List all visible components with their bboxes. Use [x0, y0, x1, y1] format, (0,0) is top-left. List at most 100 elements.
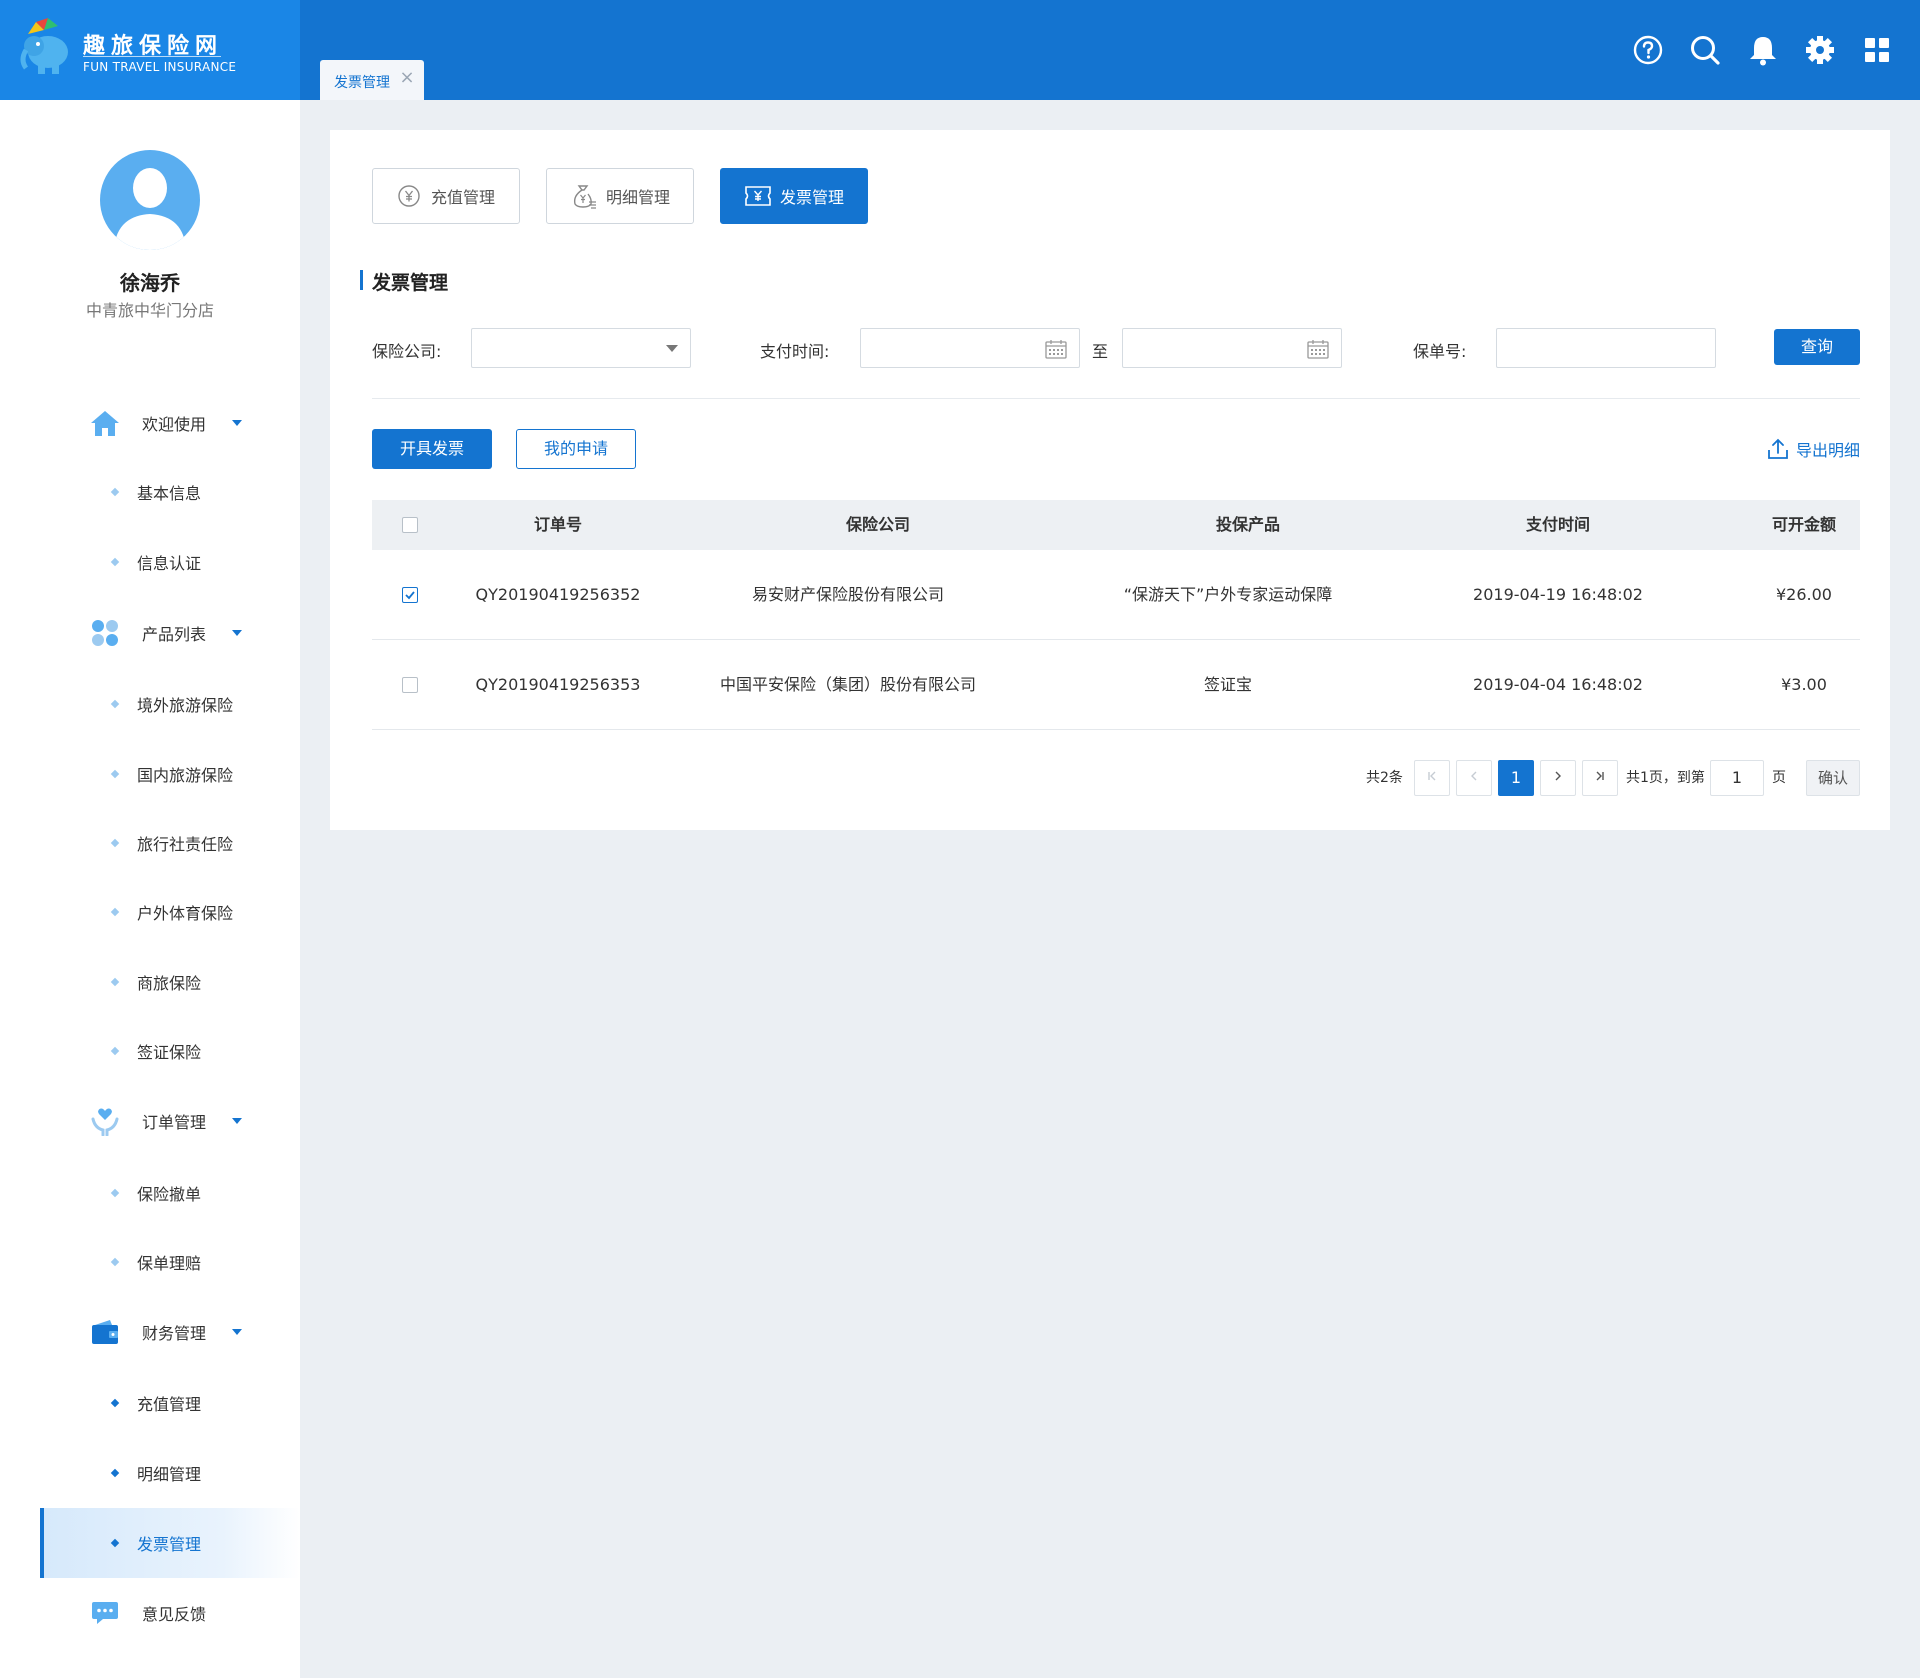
heart-hand-icon: [88, 1104, 122, 1138]
sidebar-item-label: 境外旅游保险: [137, 696, 234, 715]
company-label: 保险公司:: [372, 342, 442, 361]
bullet-icon: [110, 907, 120, 917]
sidebar-item-label: 保险撤单: [137, 1185, 202, 1204]
yen-coin-icon: [398, 185, 420, 207]
sidebar-group-finance[interactable]: 财务管理: [88, 1312, 242, 1352]
cell-company: 易安财产保险股份有限公司: [751, 585, 944, 604]
chevron-left-icon: [1471, 771, 1477, 781]
goto-page-input[interactable]: 1: [1710, 760, 1764, 796]
sidebar-item-domestic[interactable]: 国内旅游保险: [40, 739, 300, 809]
sidebar-item-overseas[interactable]: 境外旅游保险: [40, 669, 300, 739]
sidebar-item-basic-info[interactable]: 基本信息: [40, 457, 300, 527]
cell-company: 中国平安保险（集团）股份有限公司: [719, 675, 976, 694]
pagination-pages-text: 共1页，到第: [1626, 770, 1705, 786]
ticket-icon: [745, 186, 771, 206]
column-header: 可开金额: [1771, 515, 1836, 534]
table-row[interactable]: QY20190419256352 易安财产保险股份有限公司 “保游天下”户外专家…: [372, 550, 1860, 640]
query-button[interactable]: 查询: [1774, 329, 1860, 365]
upload-icon: [1768, 438, 1788, 459]
sidebar-item-invoice[interactable]: 发票管理: [40, 1508, 300, 1578]
gear-icon[interactable]: [1800, 30, 1840, 70]
bullet-icon: [110, 1257, 120, 1267]
tab-label: 充值管理: [430, 188, 495, 207]
goto-confirm-button[interactable]: 确认: [1806, 760, 1860, 796]
logo[interactable]: 趣旅保险网 FUN TRAVEL INSURANCE: [0, 0, 300, 100]
cell-order-no: QY20190419256353: [475, 675, 641, 694]
calendar-icon[interactable]: [1307, 339, 1329, 359]
export-label: 导出明细: [1796, 441, 1861, 460]
help-icon[interactable]: [1628, 30, 1668, 70]
calendar-icon[interactable]: [1045, 339, 1067, 359]
money-bag-icon: [573, 185, 596, 209]
company-select[interactable]: [471, 328, 691, 368]
prev-page-button[interactable]: [1456, 760, 1492, 796]
select-all-checkbox[interactable]: [402, 517, 418, 533]
row-checkbox[interactable]: [402, 587, 418, 603]
sidebar-item-label: 明细管理: [137, 1465, 202, 1484]
sidebar-item-label: 签证保险: [137, 1043, 202, 1062]
grid-icon[interactable]: [1857, 30, 1897, 70]
issue-invoice-button[interactable]: 开具发票: [372, 429, 492, 469]
bullet-icon: [110, 699, 120, 709]
sidebar-item-verification[interactable]: 信息认证: [40, 527, 300, 597]
column-header: 保险公司: [845, 515, 910, 534]
chevron-down-icon: [232, 1329, 242, 1335]
table-row[interactable]: QY20190419256353 中国平安保险（集团）股份有限公司 签证宝 20…: [372, 640, 1860, 730]
my-applications-button[interactable]: 我的申请: [516, 429, 636, 469]
page-unit: 页: [1772, 770, 1786, 786]
avatar[interactable]: [100, 150, 200, 250]
sidebar-item-outdoor-sports[interactable]: 户外体育保险: [40, 877, 300, 947]
page-number-button[interactable]: 1: [1498, 760, 1534, 796]
cell-amount: ¥3.00: [1781, 675, 1827, 694]
sidebar-item-claims[interactable]: 保单理赔: [40, 1227, 300, 1297]
elephant-logo-icon: [20, 18, 68, 74]
apps-icon: [88, 616, 122, 650]
bullet-icon: [110, 1188, 120, 1198]
sidebar-item-label: 基本信息: [137, 484, 202, 503]
sidebar-group-label: 产品列表: [142, 625, 207, 644]
date-from-input[interactable]: [860, 328, 1080, 368]
sidebar-item-recharge[interactable]: 充值管理: [40, 1368, 300, 1438]
sidebar-item-agency-liability[interactable]: 旅行社责任险: [40, 808, 300, 878]
user-silhouette-icon: [114, 168, 186, 250]
column-header: 支付时间: [1525, 515, 1590, 534]
cell-order-no: QY20190419256352: [475, 585, 641, 604]
close-icon[interactable]: ×: [398, 69, 416, 87]
sidebar-item-business-travel[interactable]: 商旅保险: [40, 947, 300, 1017]
policy-no-input[interactable]: [1496, 328, 1716, 368]
bullet-icon: [110, 487, 120, 497]
sidebar-group-label: 欢迎使用: [142, 415, 207, 434]
row-checkbox[interactable]: [402, 677, 418, 693]
sidebar-group-products[interactable]: 产品列表: [88, 613, 242, 653]
bullet-icon: [110, 977, 120, 987]
first-page-button[interactable]: [1414, 760, 1450, 796]
bell-icon[interactable]: [1743, 30, 1783, 70]
tab-label: 发票管理: [779, 188, 844, 207]
sidebar-group-label: 意见反馈: [142, 1605, 207, 1624]
search-icon[interactable]: [1685, 30, 1725, 70]
sidebar-group-welcome[interactable]: 欢迎使用: [88, 403, 242, 443]
sidebar-item-details[interactable]: 明细管理: [40, 1438, 300, 1508]
last-page-button[interactable]: [1582, 760, 1618, 796]
tab-invoice[interactable]: 发票管理: [720, 168, 868, 224]
sidebar-group-orders[interactable]: 订单管理: [88, 1101, 242, 1141]
sidebar-item-cancellation[interactable]: 保险撤单: [40, 1158, 300, 1228]
section-accent-bar: [360, 270, 363, 290]
next-page-button[interactable]: [1540, 760, 1576, 796]
sidebar-group-feedback[interactable]: 意见反馈: [88, 1593, 232, 1633]
bullet-icon: [110, 838, 120, 848]
tab-details[interactable]: 明细管理: [546, 168, 694, 224]
export-details-link[interactable]: 导出明细: [1766, 436, 1860, 462]
chat-icon: [88, 1596, 122, 1630]
tab-recharge[interactable]: 充值管理: [372, 168, 520, 224]
bullet-icon: [110, 1538, 120, 1548]
sidebar-item-label: 充值管理: [137, 1395, 202, 1414]
pay-time-label: 支付时间:: [760, 342, 830, 361]
date-to-input[interactable]: [1122, 328, 1342, 368]
section-title: 发票管理: [372, 272, 449, 294]
bullet-icon: [110, 1046, 120, 1056]
sidebar-item-label: 保单理赔: [137, 1254, 202, 1273]
sidebar-item-visa[interactable]: 签证保险: [40, 1016, 300, 1086]
sidebar: 徐海乔 中青旅中华门分店 欢迎使用 基本信息 信息认证 产品列表 境外旅游保险 …: [0, 100, 300, 1678]
tab-invoice-management[interactable]: 发票管理 ×: [320, 60, 424, 100]
